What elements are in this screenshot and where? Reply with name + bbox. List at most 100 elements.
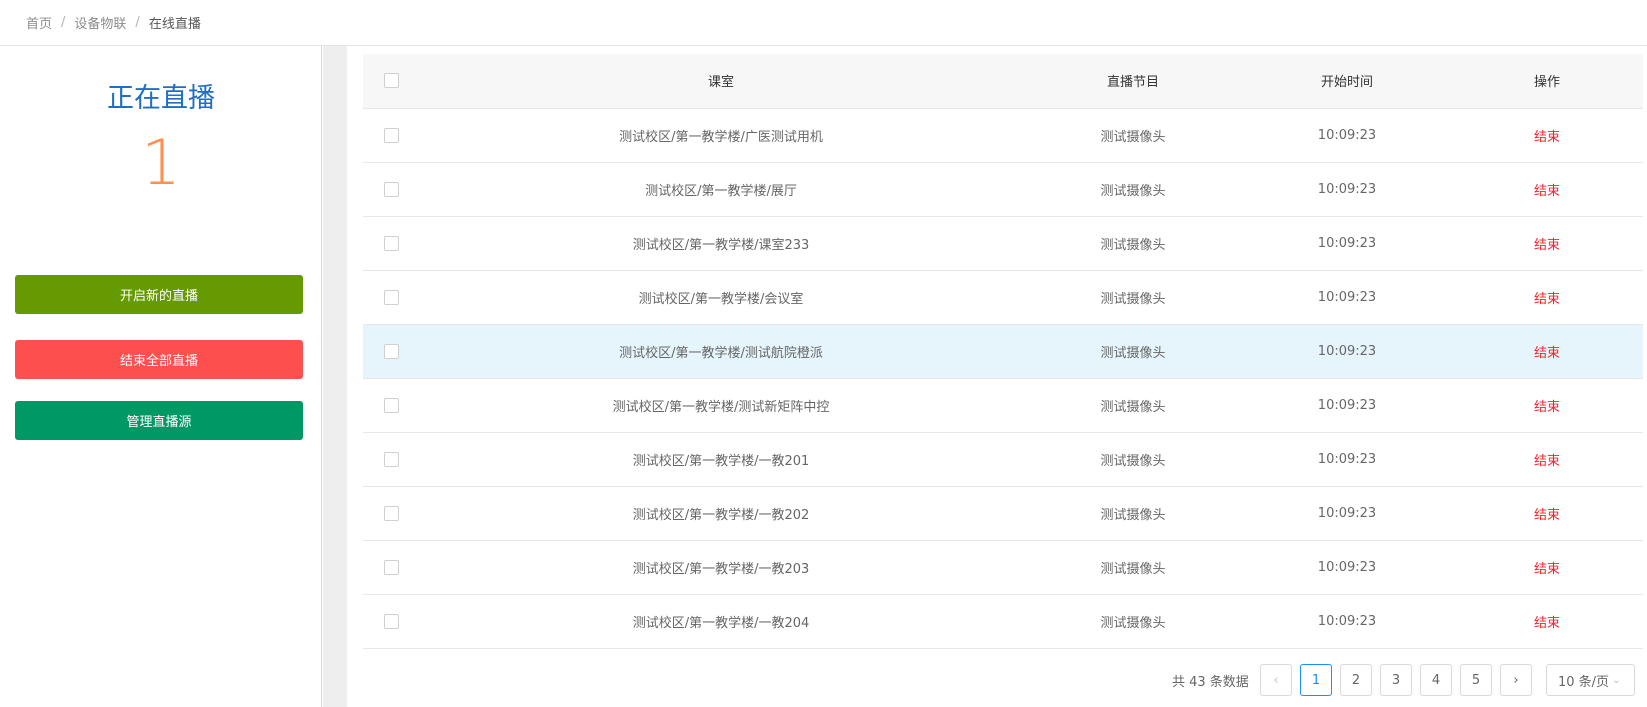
manage-live-source-button[interactable]: 管理直播源 xyxy=(15,401,303,440)
operation-cell: 结束 xyxy=(1451,378,1643,433)
end-live-link[interactable]: 结束 xyxy=(1534,400,1560,415)
room-cell: 测试校区/第一教学楼/会议室 xyxy=(419,270,1023,325)
row-select-cell xyxy=(363,162,419,217)
select-all-checkbox[interactable] xyxy=(383,73,399,89)
end-live-link[interactable]: 结束 xyxy=(1534,292,1560,307)
page-3-button[interactable]: 3 xyxy=(1380,664,1412,696)
program-cell: 测试摄像头 xyxy=(1023,270,1243,325)
room-cell: 测试校区/第一教学楼/广医测试用机 xyxy=(419,108,1023,163)
page-2-button[interactable]: 2 xyxy=(1340,664,1372,696)
room-cell: 测试校区/第一教学楼/课室233 xyxy=(419,216,1023,271)
operation-cell: 结束 xyxy=(1451,486,1643,541)
table-row[interactable]: 测试校区/第一教学楼/展厅 测试摄像头 10:09:23 结束 xyxy=(363,162,1643,217)
start-time-cell: 10:09:23 xyxy=(1243,432,1451,487)
row-select-cell xyxy=(363,432,419,487)
live-status-panel: 正在直播 1 开启新的直播 结束全部直播 管理直播源 xyxy=(0,46,322,707)
page-size-select[interactable]: 10 条/页 ⌄ xyxy=(1546,664,1635,696)
row-checkbox[interactable] xyxy=(383,613,399,629)
pagination: 共 43 条数据 ‹ 1 2 3 4 5 › 10 条/页 ⌄ xyxy=(0,664,1640,696)
live-status-title: 正在直播 xyxy=(107,83,215,114)
operation-cell: 结束 xyxy=(1451,270,1643,325)
end-live-link[interactable]: 结束 xyxy=(1534,562,1560,577)
start-time-cell: 10:09:23 xyxy=(1243,162,1451,217)
room-cell: 测试校区/第一教学楼/一教203 xyxy=(419,540,1023,595)
start-live-button[interactable]: 开启新的直播 xyxy=(15,275,303,314)
operation-cell: 结束 xyxy=(1451,594,1643,649)
room-cell: 测试校区/第一教学楼/测试航院橙派 xyxy=(419,324,1023,379)
room-cell: 测试校区/第一教学楼/展厅 xyxy=(419,162,1023,217)
program-cell: 测试摄像头 xyxy=(1023,108,1243,163)
row-select-cell xyxy=(363,270,419,325)
row-checkbox[interactable] xyxy=(383,289,399,305)
column-header-program[interactable]: 直播节目 xyxy=(1023,54,1243,109)
row-checkbox[interactable] xyxy=(383,559,399,575)
row-checkbox[interactable] xyxy=(383,397,399,413)
table-row[interactable]: 测试校区/第一教学楼/一教203 测试摄像头 10:09:23 结束 xyxy=(363,540,1643,595)
start-time-cell: 10:09:23 xyxy=(1243,216,1451,271)
row-select-cell xyxy=(363,378,419,433)
panel-splitter[interactable] xyxy=(323,46,347,707)
live-table-container: 课室 直播节目 开始时间 操作 测试校区/第一教学楼/广医测试用机 测试摄像头 … xyxy=(363,54,1647,649)
operation-cell: 结束 xyxy=(1451,540,1643,595)
row-select-cell xyxy=(363,108,419,163)
select-all-cell xyxy=(363,54,419,109)
breadcrumb-separator: / xyxy=(61,15,66,30)
row-checkbox[interactable] xyxy=(383,235,399,251)
chevron-down-icon: ⌄ xyxy=(1612,674,1621,686)
end-live-link[interactable]: 结束 xyxy=(1534,346,1560,361)
breadcrumb-current: 在线直播 xyxy=(148,17,201,32)
column-header-operation: 操作 xyxy=(1451,54,1643,109)
table-row[interactable]: 测试校区/第一教学楼/课室233 测试摄像头 10:09:23 结束 xyxy=(363,216,1643,271)
table-row[interactable]: 测试校区/第一教学楼/一教201 测试摄像头 10:09:23 结束 xyxy=(363,432,1643,487)
program-cell: 测试摄像头 xyxy=(1023,162,1243,217)
program-cell: 测试摄像头 xyxy=(1023,594,1243,649)
row-select-cell xyxy=(363,486,419,541)
end-live-link[interactable]: 结束 xyxy=(1534,184,1560,199)
prev-page-button[interactable]: ‹ xyxy=(1260,664,1292,696)
table-row[interactable]: 测试校区/第一教学楼/一教204 测试摄像头 10:09:23 结束 xyxy=(363,594,1643,649)
breadcrumb: 首页 / 设备物联 / 在线直播 xyxy=(0,0,1647,46)
page-1-button[interactable]: 1 xyxy=(1300,664,1332,696)
column-header-room[interactable]: 课室 xyxy=(419,54,1023,109)
program-cell: 测试摄像头 xyxy=(1023,378,1243,433)
next-page-button[interactable]: › xyxy=(1500,664,1532,696)
operation-cell: 结束 xyxy=(1451,162,1643,217)
row-checkbox[interactable] xyxy=(383,451,399,467)
table-row[interactable]: 测试校区/第一教学楼/测试新矩阵中控 测试摄像头 10:09:23 结束 xyxy=(363,378,1643,433)
live-table: 课室 直播节目 开始时间 操作 测试校区/第一教学楼/广医测试用机 测试摄像头 … xyxy=(363,54,1643,649)
breadcrumb-home[interactable]: 首页 xyxy=(26,13,52,32)
row-select-cell xyxy=(363,540,419,595)
row-select-cell xyxy=(363,594,419,649)
program-cell: 测试摄像头 xyxy=(1023,324,1243,379)
program-cell: 测试摄像头 xyxy=(1023,540,1243,595)
row-checkbox[interactable] xyxy=(383,343,399,359)
page-4-button[interactable]: 4 xyxy=(1420,664,1452,696)
end-live-link[interactable]: 结束 xyxy=(1534,508,1560,523)
start-time-cell: 10:09:23 xyxy=(1243,594,1451,649)
end-live-link[interactable]: 结束 xyxy=(1534,238,1560,253)
table-row[interactable]: 测试校区/第一教学楼/一教202 测试摄像头 10:09:23 结束 xyxy=(363,486,1643,541)
row-checkbox[interactable] xyxy=(383,181,399,197)
end-live-link[interactable]: 结束 xyxy=(1534,130,1560,145)
row-checkbox[interactable] xyxy=(383,127,399,143)
row-checkbox[interactable] xyxy=(383,505,399,521)
table-row-hovered[interactable]: 测试校区/第一教学楼/测试航院橙派 测试摄像头 10:09:23 结束 xyxy=(363,324,1643,379)
operation-cell: 结束 xyxy=(1451,324,1643,379)
end-all-live-button[interactable]: 结束全部直播 xyxy=(15,340,303,379)
operation-cell: 结束 xyxy=(1451,216,1643,271)
column-header-start-time[interactable]: 开始时间 xyxy=(1243,54,1451,109)
room-cell: 测试校区/第一教学楼/一教202 xyxy=(419,486,1023,541)
end-live-link[interactable]: 结束 xyxy=(1534,454,1560,469)
start-time-cell: 10:09:23 xyxy=(1243,378,1451,433)
table-row[interactable]: 测试校区/第一教学楼/广医测试用机 测试摄像头 10:09:23 结束 xyxy=(363,108,1643,163)
row-select-cell xyxy=(363,324,419,379)
table-row[interactable]: 测试校区/第一教学楼/会议室 测试摄像头 10:09:23 结束 xyxy=(363,270,1643,325)
pagination-total: 共 43 条数据 xyxy=(1172,675,1249,690)
start-time-cell: 10:09:23 xyxy=(1243,486,1451,541)
page-5-button[interactable]: 5 xyxy=(1460,664,1492,696)
breadcrumb-device-iot[interactable]: 设备物联 xyxy=(74,13,126,32)
chevron-right-icon: › xyxy=(1513,672,1519,688)
chevron-left-icon: ‹ xyxy=(1273,672,1279,688)
start-time-cell: 10:09:23 xyxy=(1243,270,1451,325)
end-live-link[interactable]: 结束 xyxy=(1534,616,1560,631)
